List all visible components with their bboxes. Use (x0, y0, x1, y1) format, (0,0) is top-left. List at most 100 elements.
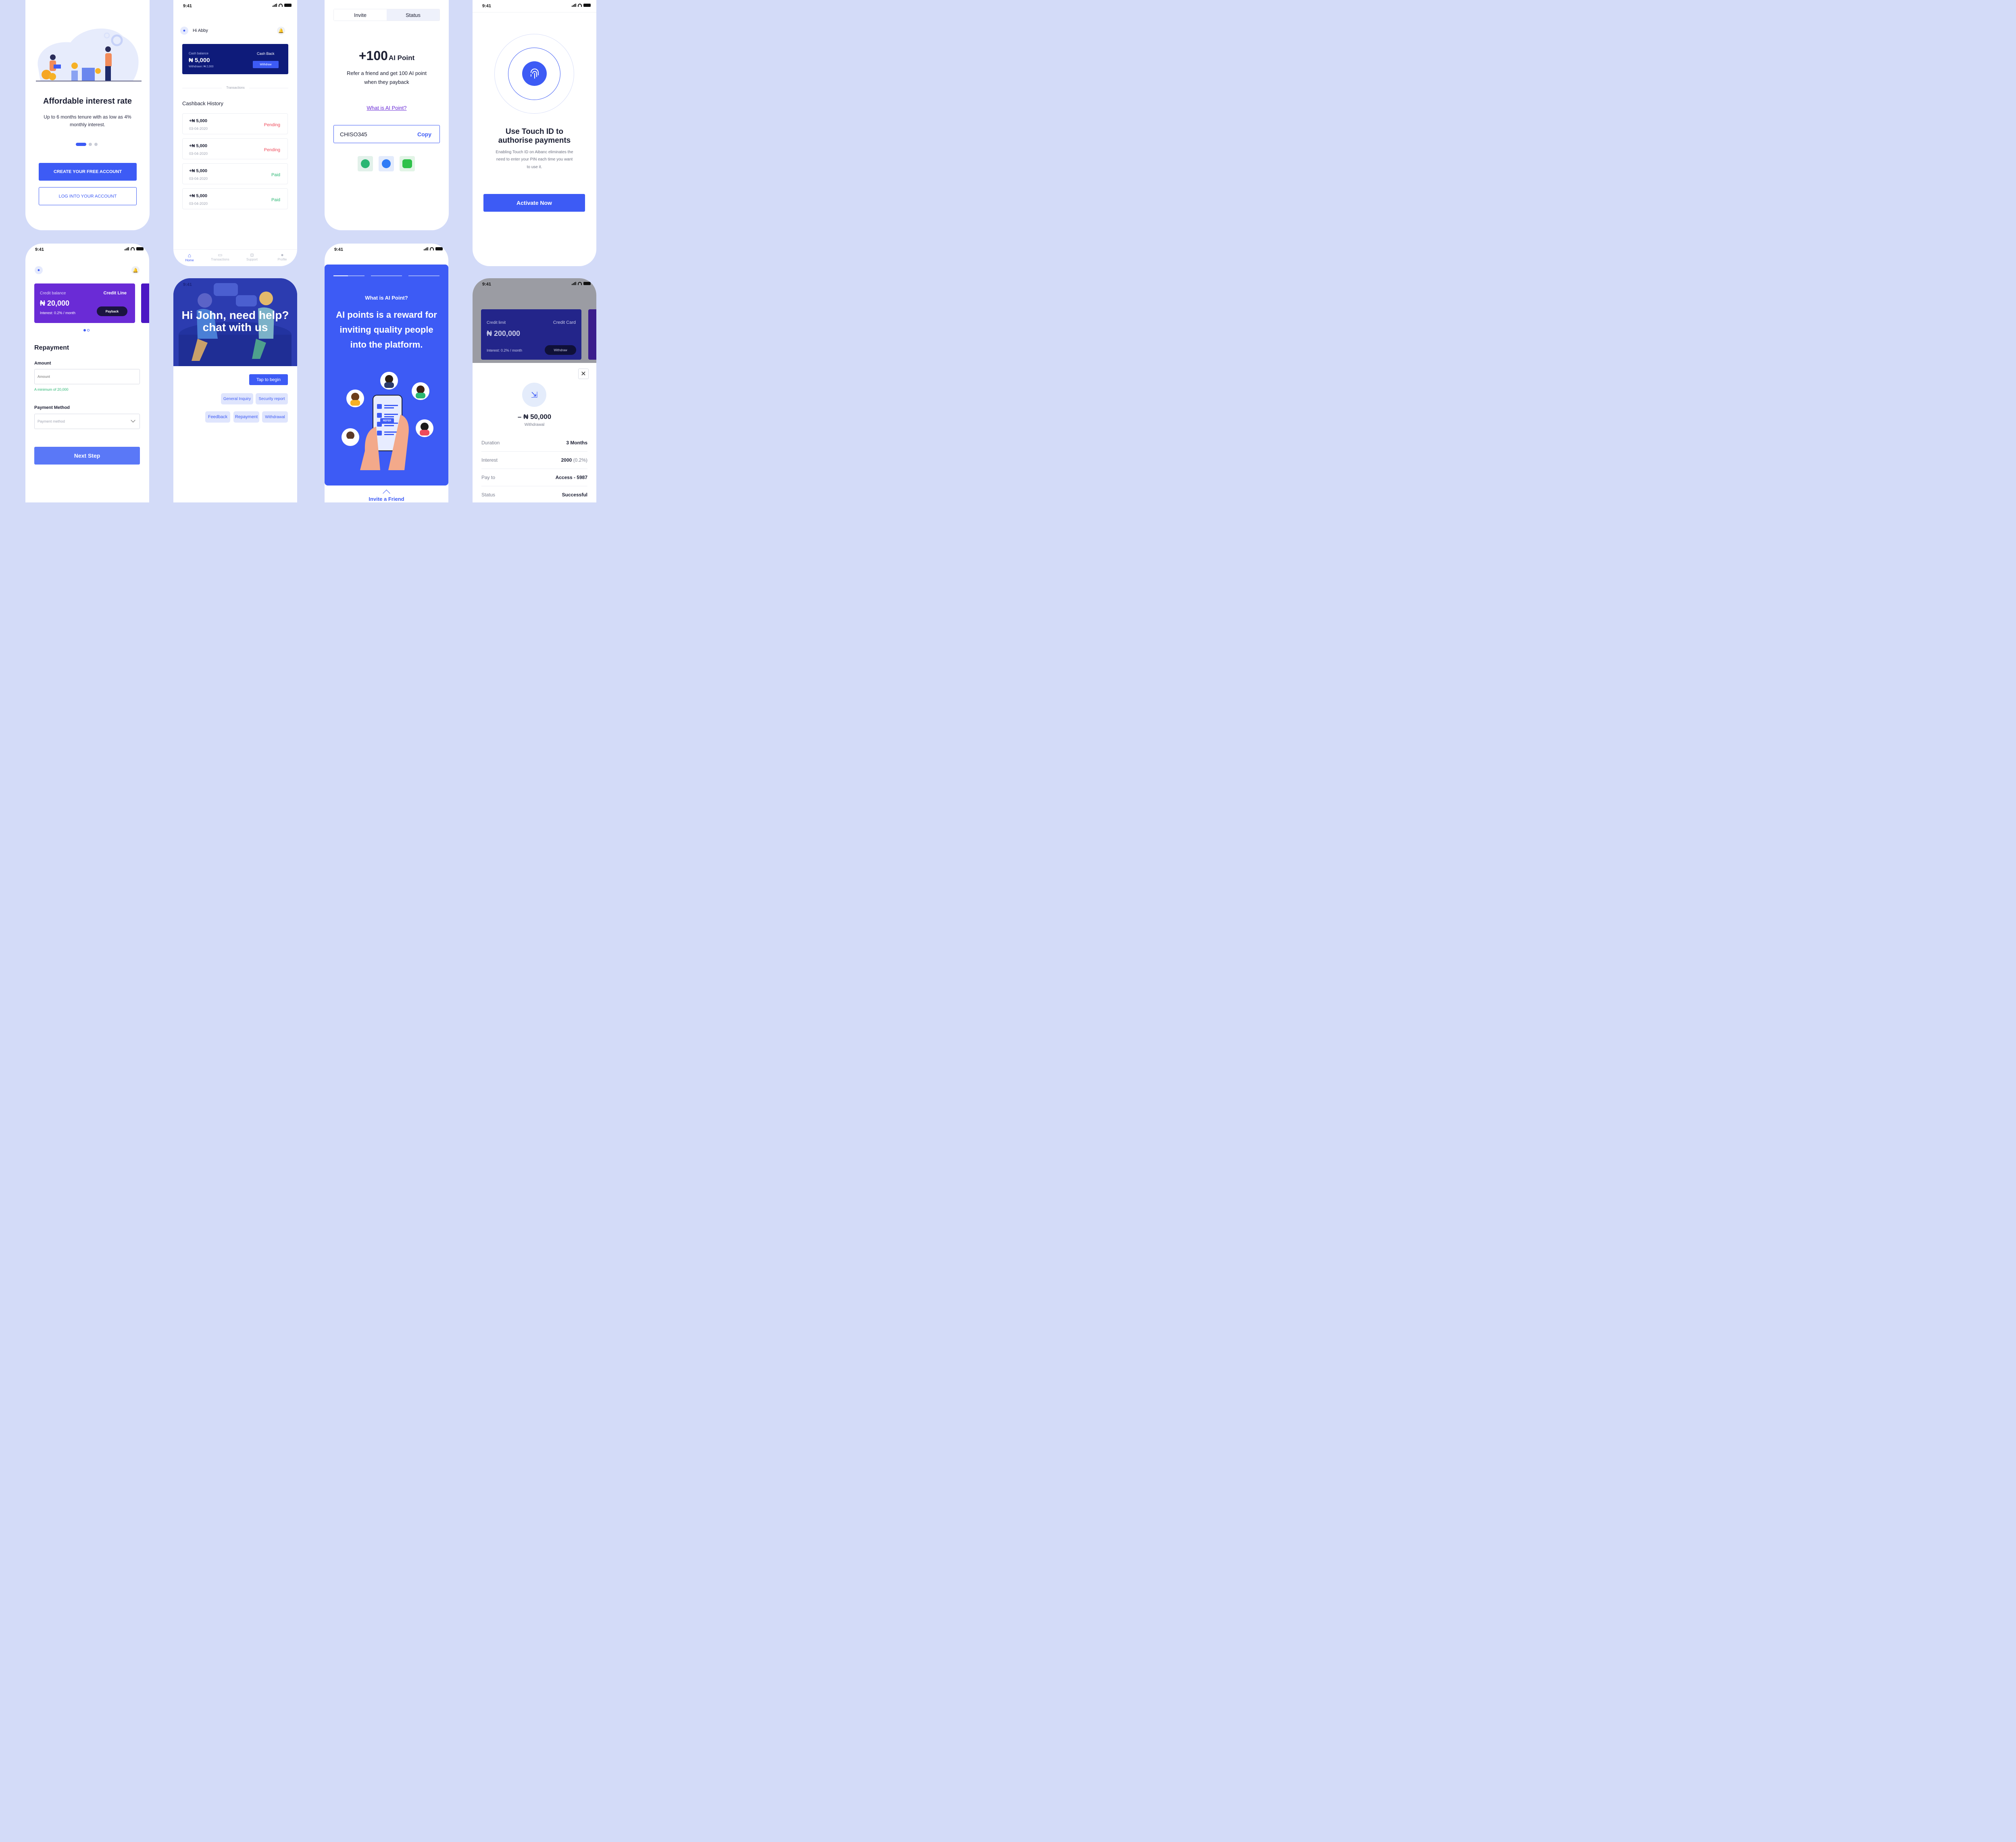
cashback-row[interactable]: +₦ 5,000 03-04-2020 Pending (182, 138, 288, 159)
message-icon[interactable] (400, 156, 415, 171)
withdraw-card-button[interactable]: Withdraw (545, 345, 576, 355)
cashback-row[interactable]: +₦ 5,000 03-04-2020 Paid (182, 188, 288, 209)
card-type: Credit Card (553, 320, 576, 325)
repayment-screen: 9:41 ● 🔔 Credit balance Credit Line ₦ 20… (25, 244, 149, 502)
activate-button[interactable]: Activate Now (483, 194, 585, 212)
nav-profile[interactable]: ● Profile (273, 252, 291, 261)
chevron-down-icon (131, 418, 135, 423)
bottom-nav: ⌂ Home ▭ Transactions ◘ Support ● Profil… (173, 249, 297, 266)
what-is-ai-point-link[interactable]: What is AI Point? (325, 105, 449, 111)
avatar-icon[interactable]: ● (180, 27, 188, 35)
chip-security-report[interactable]: Security report (256, 393, 288, 404)
refer-badge: REFER (380, 418, 394, 424)
payback-button[interactable]: Payback (97, 306, 127, 316)
detail-row-status: Status Successful (481, 486, 587, 502)
chip-repayment[interactable]: Repayment (233, 411, 259, 423)
progress-segment (333, 275, 364, 276)
nav-transactions[interactable]: ▭ Transactions (207, 252, 233, 261)
detail-value: Successful (562, 492, 587, 498)
tab-status[interactable]: Status (387, 9, 439, 21)
card-interest: Interest: 0.2% / month (487, 348, 523, 352)
history-title: Cashback History (182, 100, 223, 106)
payment-method-select[interactable]: Payment method (34, 414, 140, 429)
detail-label: Pay to (481, 475, 496, 480)
tab-invite[interactable]: Invite (334, 9, 387, 21)
fingerprint-icon[interactable] (522, 61, 547, 86)
invite-code: CHISO345 (340, 131, 367, 138)
onboarding-title: Affordable interest rate (43, 97, 132, 106)
touchid-title-2: authorise payments (498, 136, 571, 145)
row-amount: +₦ 5,000 (189, 119, 207, 123)
card-withdrawn: Withdrawn: ₦ 2,000 (189, 65, 214, 68)
cashback-row[interactable]: +₦ 5,000 03-04-2020 Pending (182, 113, 288, 134)
page-dot (94, 143, 98, 146)
nav-home[interactable]: ⌂ Home (181, 252, 198, 262)
nav-home-label: Home (185, 258, 194, 262)
repayment-title: Repayment (34, 344, 69, 351)
card-label: Credit limit (487, 321, 506, 325)
whatsapp-icon[interactable] (358, 156, 373, 171)
points-unit: AI Point (388, 54, 415, 62)
status-bar: 9:41 (473, 278, 596, 290)
chat-icon: ◘ (250, 252, 254, 258)
messenger-icon[interactable] (379, 156, 394, 171)
detail-label: Status (481, 492, 496, 498)
chip-feedback[interactable]: Feedback (205, 411, 230, 423)
status-bar: 9:41 (173, 0, 297, 12)
interest-illustration (36, 28, 142, 81)
withdraw-button[interactable]: Withdraw (253, 61, 279, 68)
amount-input[interactable] (34, 369, 140, 384)
credit-card: Credit limit Credit Card ₦ 200,000 Inter… (481, 309, 581, 360)
withdraw-amount-label: Withdrawal (524, 423, 545, 427)
card-label: Credit balance (40, 291, 66, 296)
withdraw-amount: – ₦ 50,000 (517, 413, 552, 421)
bell-icon[interactable]: 🔔 (277, 27, 285, 35)
invite-code-field[interactable]: CHISO345 Copy (333, 125, 440, 143)
page-indicator (76, 143, 98, 146)
avatar-icon[interactable]: ● (35, 266, 43, 274)
status-time: 9:41 (35, 247, 44, 252)
detail-value: Access - 5987 (555, 475, 587, 480)
login-button[interactable]: LOG INTO YOUR ACCOUNT (39, 187, 137, 205)
next-step-button[interactable]: Next Step (34, 447, 140, 465)
chip-withdrawal[interactable]: Withdrawal (262, 411, 288, 423)
ai-point-panel: What is AI Point? AI points is a reward … (325, 265, 448, 486)
credit-card: Credit balance Credit Line ₦ 20,000 Inte… (34, 283, 135, 323)
invite-friend-link[interactable]: Invite a Friend (325, 496, 448, 502)
detail-row-pay-to: Pay to Access - 5987 (481, 469, 587, 486)
nav-support[interactable]: ◘ Support (242, 252, 262, 261)
page-dot-active (76, 143, 86, 146)
user-icon: ● (281, 252, 284, 258)
card-interest: Interest: 0.2% / month (40, 311, 76, 315)
row-date: 03-04-2020 (189, 152, 208, 156)
status-time: 9:41 (482, 282, 492, 287)
interest-value: 2000 (561, 457, 572, 463)
copy-button[interactable]: Copy (417, 131, 431, 138)
card-icon: ▭ (218, 252, 223, 258)
row-status: Pending (264, 123, 280, 127)
tap-to-begin-button[interactable]: Tap to begin (249, 374, 288, 385)
card-balance-label: Cash balance (189, 52, 208, 55)
row-status: Pending (264, 148, 280, 152)
touchid-desc-3: to use it. (527, 165, 542, 169)
close-icon[interactable]: ✕ (578, 369, 589, 379)
cashback-card: Cash balance ₦ 5,000 Withdrawn: ₦ 2,000 … (182, 44, 288, 74)
progress-segment (408, 275, 439, 276)
touchid-title-1: Use Touch ID to (505, 127, 564, 136)
detail-value: 2000 (0.2%) (561, 457, 587, 463)
ai-point-line-2: inviting quality people (339, 325, 433, 335)
next-card-peek (141, 283, 149, 323)
row-status: Paid (271, 173, 280, 177)
bell-icon[interactable]: 🔔 (131, 266, 140, 274)
chip-general-inquiry[interactable]: General Inquiry (221, 393, 253, 404)
withdraw-icon: ⇲ (522, 383, 546, 407)
progress-segment (371, 275, 402, 276)
cashback-row[interactable]: +₦ 5,000 03-04-2020 Paid (182, 163, 288, 184)
home-icon: ⌂ (187, 252, 192, 258)
row-date: 03-04-2020 (189, 202, 208, 206)
hero-line-2: chat with us (202, 321, 268, 333)
create-account-button[interactable]: CREATE YOUR FREE ACCOUNT (39, 163, 137, 181)
invite-description-1: Refer a friend and get 100 AI point (346, 70, 427, 76)
amount-hint: A minimum of 20,000 (34, 388, 69, 392)
nav-support-label: Support (246, 258, 258, 261)
